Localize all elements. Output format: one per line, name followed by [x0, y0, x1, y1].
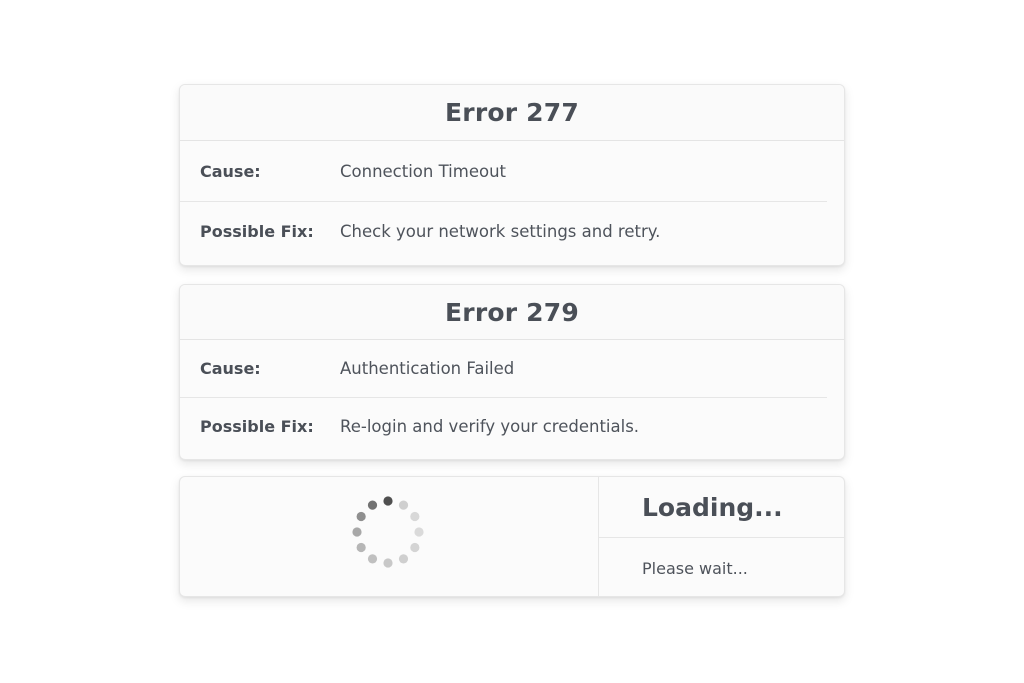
spinner-dot	[352, 527, 362, 537]
loading-subtitle-row: Please wait...	[599, 538, 844, 596]
spinner-dot	[367, 554, 378, 564]
cause-value: Authentication Failed	[340, 359, 515, 378]
error-card-header: Error 277	[180, 85, 844, 141]
loading-title: Loading...	[642, 492, 783, 522]
spinner-dot	[398, 554, 409, 564]
spinner-dot	[398, 500, 409, 510]
error-panel-stage: Error 277 Cause: Connection Timeout Poss…	[0, 0, 1024, 683]
spinner-pane	[180, 477, 599, 596]
spinner-dot	[356, 511, 366, 522]
fix-label: Possible Fix:	[200, 221, 314, 241]
spinner-dot	[383, 496, 393, 506]
fix-label: Possible Fix:	[200, 416, 314, 436]
spinner-dot	[356, 542, 366, 553]
error-title: Error 277	[445, 98, 579, 127]
error-card-277: Error 277 Cause: Connection Timeout Poss…	[179, 84, 845, 266]
spinner-dot	[367, 500, 378, 510]
cause-label: Cause:	[200, 161, 261, 181]
spinner-dot	[410, 542, 420, 553]
loading-subtitle: Please wait...	[642, 558, 748, 578]
error-title: Error 279	[445, 297, 579, 327]
spinner-dot	[383, 558, 393, 568]
loading-title-row: Loading...	[599, 477, 844, 538]
spinner-dot	[414, 527, 424, 537]
fix-row: Possible Fix: Re-login and verify your c…	[180, 398, 827, 454]
loading-card: Loading... Please wait...	[179, 476, 845, 597]
loading-spinner-icon	[348, 492, 428, 572]
cause-value: Connection Timeout	[340, 161, 507, 181]
cause-row: Cause: Authentication Failed	[180, 340, 827, 398]
fix-row: Possible Fix: Check your network setting…	[180, 202, 827, 260]
fix-value: Re-login and verify your credentials.	[340, 416, 640, 436]
loading-text-pane: Loading... Please wait...	[599, 477, 844, 596]
cause-label: Cause:	[200, 359, 261, 378]
error-card-header: Error 279	[180, 285, 844, 340]
fix-value: Check your network settings and retry.	[340, 221, 661, 241]
cause-row: Cause: Connection Timeout	[180, 141, 827, 202]
error-card-279: Error 279 Cause: Authentication Failed P…	[179, 284, 845, 460]
spinner-dot	[410, 511, 420, 522]
